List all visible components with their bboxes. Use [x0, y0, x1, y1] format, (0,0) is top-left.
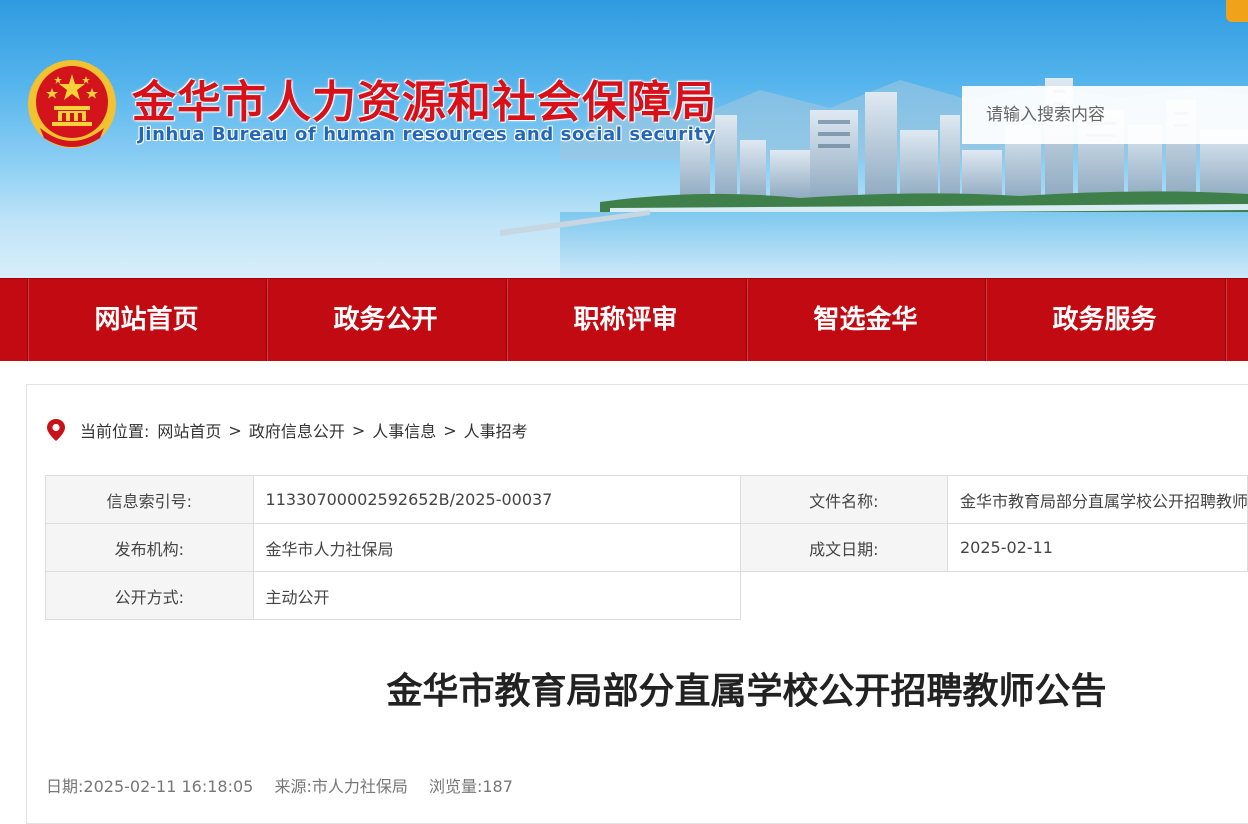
- table-row: 信息索引号: 11330700002592652B/2025-00037 文件名…: [45, 475, 1248, 524]
- article-date-label: 日期:: [46, 777, 84, 796]
- article-date-value: 2025-02-11 16:18:05: [83, 777, 254, 796]
- site-header: 金华市人力资源和社会保障局 Jinhua Bureau of human res…: [0, 0, 1248, 278]
- national-emblem-icon: [28, 60, 116, 148]
- date-label: 成文日期:: [739, 523, 948, 572]
- nav-item-gov-services[interactable]: 政务服务: [985, 279, 1224, 361]
- article-title: 金华市教育局部分直属学校公开招聘教师公告: [386, 671, 1107, 712]
- article-source-value: 市人力社保局: [311, 777, 408, 796]
- article-source: 来源:市人力社保局: [274, 777, 407, 796]
- nav-item-home[interactable]: 网站首页: [27, 279, 266, 361]
- breadcrumb-personnel-info[interactable]: 人事信息: [372, 418, 436, 442]
- method-value: 主动公开: [252, 571, 741, 620]
- article-views-value: 187: [482, 777, 513, 796]
- table-row: 发布机构: 金华市人力社保局 成文日期: 2025-02-11: [45, 523, 1248, 572]
- breadcrumb-separator: >: [443, 420, 457, 440]
- corner-tab[interactable]: [1226, 0, 1248, 22]
- empty-cell: [740, 571, 1248, 620]
- nav-item-gov-affairs[interactable]: 政务公开: [266, 279, 505, 361]
- nav-item-zhixuan-jinhua[interactable]: 智选金华: [746, 279, 985, 361]
- breadcrumb-prefix: 当前位置:: [80, 422, 150, 441]
- doc-name-label: 文件名称:: [739, 475, 948, 524]
- site-title: 金华市人力资源和社会保障局: [132, 77, 717, 128]
- article-views: 浏览量:187: [429, 777, 513, 796]
- breadcrumb-separator: >: [351, 420, 366, 440]
- article-date: 日期:2025-02-11 16:18:05: [46, 777, 253, 796]
- nav-item-title-review[interactable]: 职称评审: [506, 279, 745, 361]
- date-value: 2025-02-11: [946, 523, 1248, 572]
- breadcrumb-home[interactable]: 网站首页: [157, 418, 221, 442]
- index-value: 11330700002592652B/2025-00037: [252, 475, 741, 524]
- main-nav: 网站首页 政务公开 职称评审 智选金华 政务服务: [0, 278, 1248, 361]
- breadcrumb: 当前位置: 网站首页 > 政府信息公开 > 人事信息 > 人事招考: [46, 418, 528, 442]
- nav-divider: [1225, 279, 1226, 361]
- breadcrumb-gov-info[interactable]: 政府信息公开: [249, 418, 345, 442]
- method-label: 公开方式:: [45, 571, 254, 620]
- article-meta: 日期:2025-02-11 16:18:05 来源:市人力社保局 浏览量:187: [46, 773, 529, 797]
- publisher-value: 金华市人力社保局: [252, 523, 741, 572]
- site-title-english: Jinhua Bureau of human resources and soc…: [138, 124, 716, 145]
- search-input[interactable]: [962, 86, 1248, 144]
- article-views-label: 浏览量:: [428, 777, 483, 796]
- index-label: 信息索引号:: [45, 475, 254, 524]
- location-pin-icon: [47, 419, 65, 441]
- breadcrumb-recruitment[interactable]: 人事招考: [464, 418, 528, 442]
- article-source-label: 来源:: [274, 777, 312, 796]
- document-meta-table: 信息索引号: 11330700002592652B/2025-00037 文件名…: [45, 475, 1248, 620]
- doc-name-value: 金华市教育局部分直属学校公开招聘教师公告: [946, 475, 1248, 524]
- breadcrumb-separator: >: [228, 420, 242, 440]
- table-row: 公开方式: 主动公开: [45, 571, 1248, 620]
- publisher-label: 发布机构:: [45, 523, 254, 572]
